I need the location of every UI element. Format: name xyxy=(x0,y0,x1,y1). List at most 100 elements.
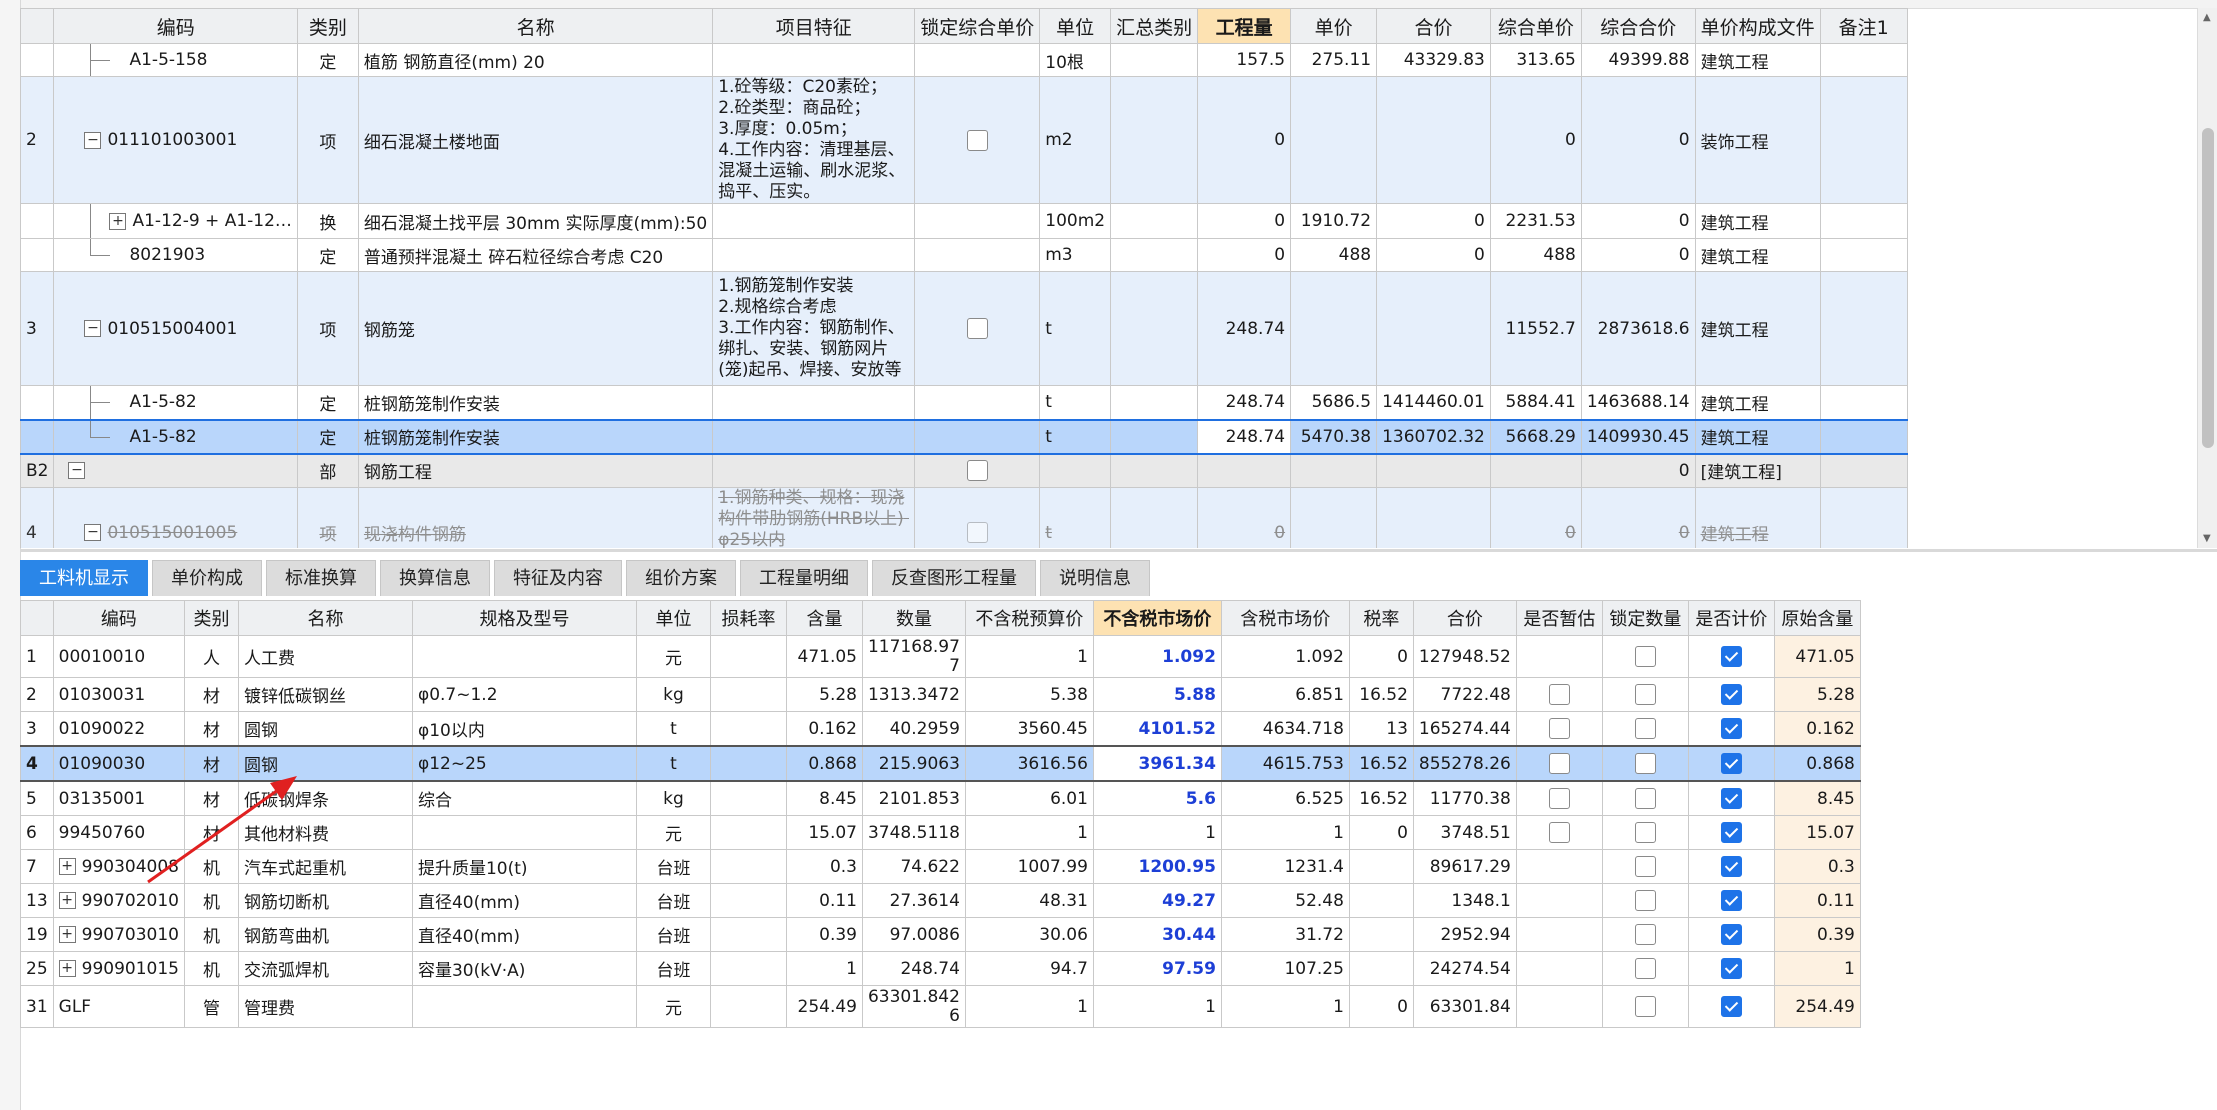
taxed-market-cell[interactable]: 107.25 xyxy=(1220,951,1350,986)
name-cell[interactable]: 低碳钢焊条 xyxy=(237,780,413,816)
col-comp-price[interactable]: 综合单价 xyxy=(1489,8,1582,44)
lock-qty-checkbox[interactable] xyxy=(1634,788,1656,809)
code-cell[interactable]: −010515004001 xyxy=(53,271,298,386)
total-cell[interactable]: 3748.51 xyxy=(1412,815,1517,850)
tax-rate-cell[interactable]: 13 xyxy=(1348,711,1414,747)
spec-cell[interactable]: 提升质量10(t) xyxy=(411,849,637,884)
name-cell[interactable]: 钢筋切断机 xyxy=(237,883,413,918)
lock-qty-checkbox[interactable] xyxy=(1634,753,1656,774)
table-row[interactable]: B2 − 部 钢筋工程 0 [建筑工程] xyxy=(20,453,1908,488)
provisional-cell[interactable] xyxy=(1515,677,1603,712)
table-row[interactable]: + A1-12-9 + A1-12… 换 细石混凝土找平层 30mm 实际厚度(m… xyxy=(20,203,1908,239)
quantity-cell[interactable]: 40.2959 xyxy=(861,711,966,747)
table-row[interactable]: 3 −010515004001 项 钢筋笼 1.钢筋笼制作安装 2.规格综合考虑… xyxy=(20,271,1908,386)
col-total[interactable]: 合价 xyxy=(1376,8,1491,44)
remark-cell[interactable] xyxy=(1819,453,1908,488)
lock-qty-checkbox[interactable] xyxy=(1634,684,1656,705)
market-price-cell[interactable]: 5.6 xyxy=(1092,780,1222,816)
taxed-market-cell[interactable]: 6.851 xyxy=(1220,677,1350,712)
market-price-cell[interactable]: 3961.34 xyxy=(1092,745,1222,782)
tab-features[interactable]: 特征及内容 xyxy=(494,560,622,596)
is-priced-checkbox[interactable] xyxy=(1720,924,1742,945)
spec-cell[interactable]: φ12~25 xyxy=(411,745,637,782)
tab-standard-conversion[interactable]: 标准换算 xyxy=(266,560,376,596)
unit-cell[interactable]: 台班 xyxy=(635,849,711,884)
code-cell[interactable]: +990901015 xyxy=(52,951,185,986)
name-cell[interactable]: 汽车式起重机 xyxy=(237,849,413,884)
col-remark[interactable]: 备注1 xyxy=(1819,8,1908,44)
spec-cell[interactable]: 综合 xyxy=(411,780,637,816)
type-cell[interactable]: 项 xyxy=(296,487,359,548)
content-cell[interactable]: 0.39 xyxy=(785,917,863,952)
col-comp-total[interactable]: 综合合价 xyxy=(1580,8,1696,44)
unit-cell[interactable]: t xyxy=(1039,271,1112,386)
type-cell[interactable]: 材 xyxy=(183,677,239,712)
lock-qty-cell[interactable] xyxy=(1601,883,1689,918)
lock-qty-checkbox[interactable] xyxy=(1634,924,1656,945)
loss-cell[interactable] xyxy=(709,883,787,918)
quantity-cell[interactable]: 157.5 xyxy=(1197,43,1292,77)
remark-cell[interactable] xyxy=(1819,43,1908,77)
comp-total-cell[interactable]: 1463688.14 xyxy=(1580,385,1696,420)
name-cell[interactable]: 桩钢筋笼制作安装 xyxy=(357,418,714,455)
taxed-market-cell[interactable]: 4615.753 xyxy=(1220,745,1350,782)
code-cell[interactable]: − xyxy=(53,453,298,488)
comp-price-cell[interactable]: 488 xyxy=(1489,238,1582,272)
unit-cell[interactable]: 台班 xyxy=(635,883,711,918)
price-cell[interactable]: 5470.38 xyxy=(1290,418,1378,455)
file-cell[interactable]: 装饰工程 xyxy=(1694,76,1821,204)
tab-price-composition[interactable]: 单价构成 xyxy=(152,560,262,596)
expand-icon[interactable]: + xyxy=(58,926,76,943)
unit-cell[interactable] xyxy=(1039,453,1112,488)
budget-cell[interactable]: 3560.45 xyxy=(964,711,1094,747)
is-priced-checkbox[interactable] xyxy=(1720,996,1742,1017)
summary-cell[interactable] xyxy=(1110,43,1199,77)
provisional-checkbox[interactable] xyxy=(1548,788,1570,809)
budget-cell[interactable]: 5.38 xyxy=(964,677,1094,712)
lock-cell[interactable] xyxy=(914,203,1041,239)
summary-cell[interactable] xyxy=(1110,385,1199,420)
is-priced-cell[interactable] xyxy=(1687,849,1775,884)
code-cell[interactable]: GLF xyxy=(52,985,185,1028)
name-cell[interactable]: 钢筋工程 xyxy=(357,453,714,488)
budget-cell[interactable]: 6.01 xyxy=(964,780,1094,816)
name-cell[interactable]: 交流弧焊机 xyxy=(237,951,413,986)
quantity-cell[interactable]: 0 xyxy=(1197,76,1292,204)
total-cell[interactable]: 1360702.32 xyxy=(1376,418,1491,455)
comp-price-cell[interactable]: 5668.29 xyxy=(1489,418,1582,455)
is-priced-cell[interactable] xyxy=(1687,985,1775,1028)
col-orig-content[interactable]: 原始含量 xyxy=(1773,600,1861,636)
unit-cell[interactable]: t xyxy=(1039,418,1112,455)
file-cell[interactable]: 建筑工程 xyxy=(1694,203,1821,239)
lock-qty-cell[interactable] xyxy=(1601,951,1689,986)
type-cell[interactable]: 机 xyxy=(183,917,239,952)
price-cell[interactable] xyxy=(1290,487,1378,548)
unit-cell[interactable]: t xyxy=(635,745,711,782)
total-cell[interactable]: 43329.83 xyxy=(1376,43,1491,77)
code-cell[interactable]: −011101003001 xyxy=(53,76,298,204)
unit-cell[interactable]: 台班 xyxy=(635,951,711,986)
spec-cell[interactable] xyxy=(411,815,637,850)
market-price-cell[interactable]: 1 xyxy=(1092,815,1222,850)
lock-cell[interactable] xyxy=(914,487,1041,548)
spec-cell[interactable]: 直径40(mm) xyxy=(411,883,637,918)
taxed-market-cell[interactable]: 1 xyxy=(1220,815,1350,850)
remark-cell[interactable] xyxy=(1819,418,1908,455)
file-cell[interactable]: 建筑工程 xyxy=(1694,238,1821,272)
remark-cell[interactable] xyxy=(1819,271,1908,386)
budget-cell[interactable]: 48.31 xyxy=(964,883,1094,918)
loss-cell[interactable] xyxy=(709,951,787,986)
unit-cell[interactable]: 元 xyxy=(635,815,711,850)
lock-qty-cell[interactable] xyxy=(1601,711,1689,747)
col-is-priced[interactable]: 是否计价 xyxy=(1687,600,1775,636)
provisional-cell[interactable] xyxy=(1515,780,1603,816)
content-cell[interactable]: 5.28 xyxy=(785,677,863,712)
lock-qty-checkbox[interactable] xyxy=(1634,646,1656,667)
is-priced-cell[interactable] xyxy=(1687,780,1775,816)
total-cell[interactable] xyxy=(1376,487,1491,548)
tab-description[interactable]: 说明信息 xyxy=(1040,560,1150,596)
scroll-thumb[interactable] xyxy=(2202,128,2214,448)
col-code[interactable]: 编码 xyxy=(52,600,185,636)
col-content[interactable]: 含量 xyxy=(785,600,863,636)
loss-cell[interactable] xyxy=(709,917,787,952)
